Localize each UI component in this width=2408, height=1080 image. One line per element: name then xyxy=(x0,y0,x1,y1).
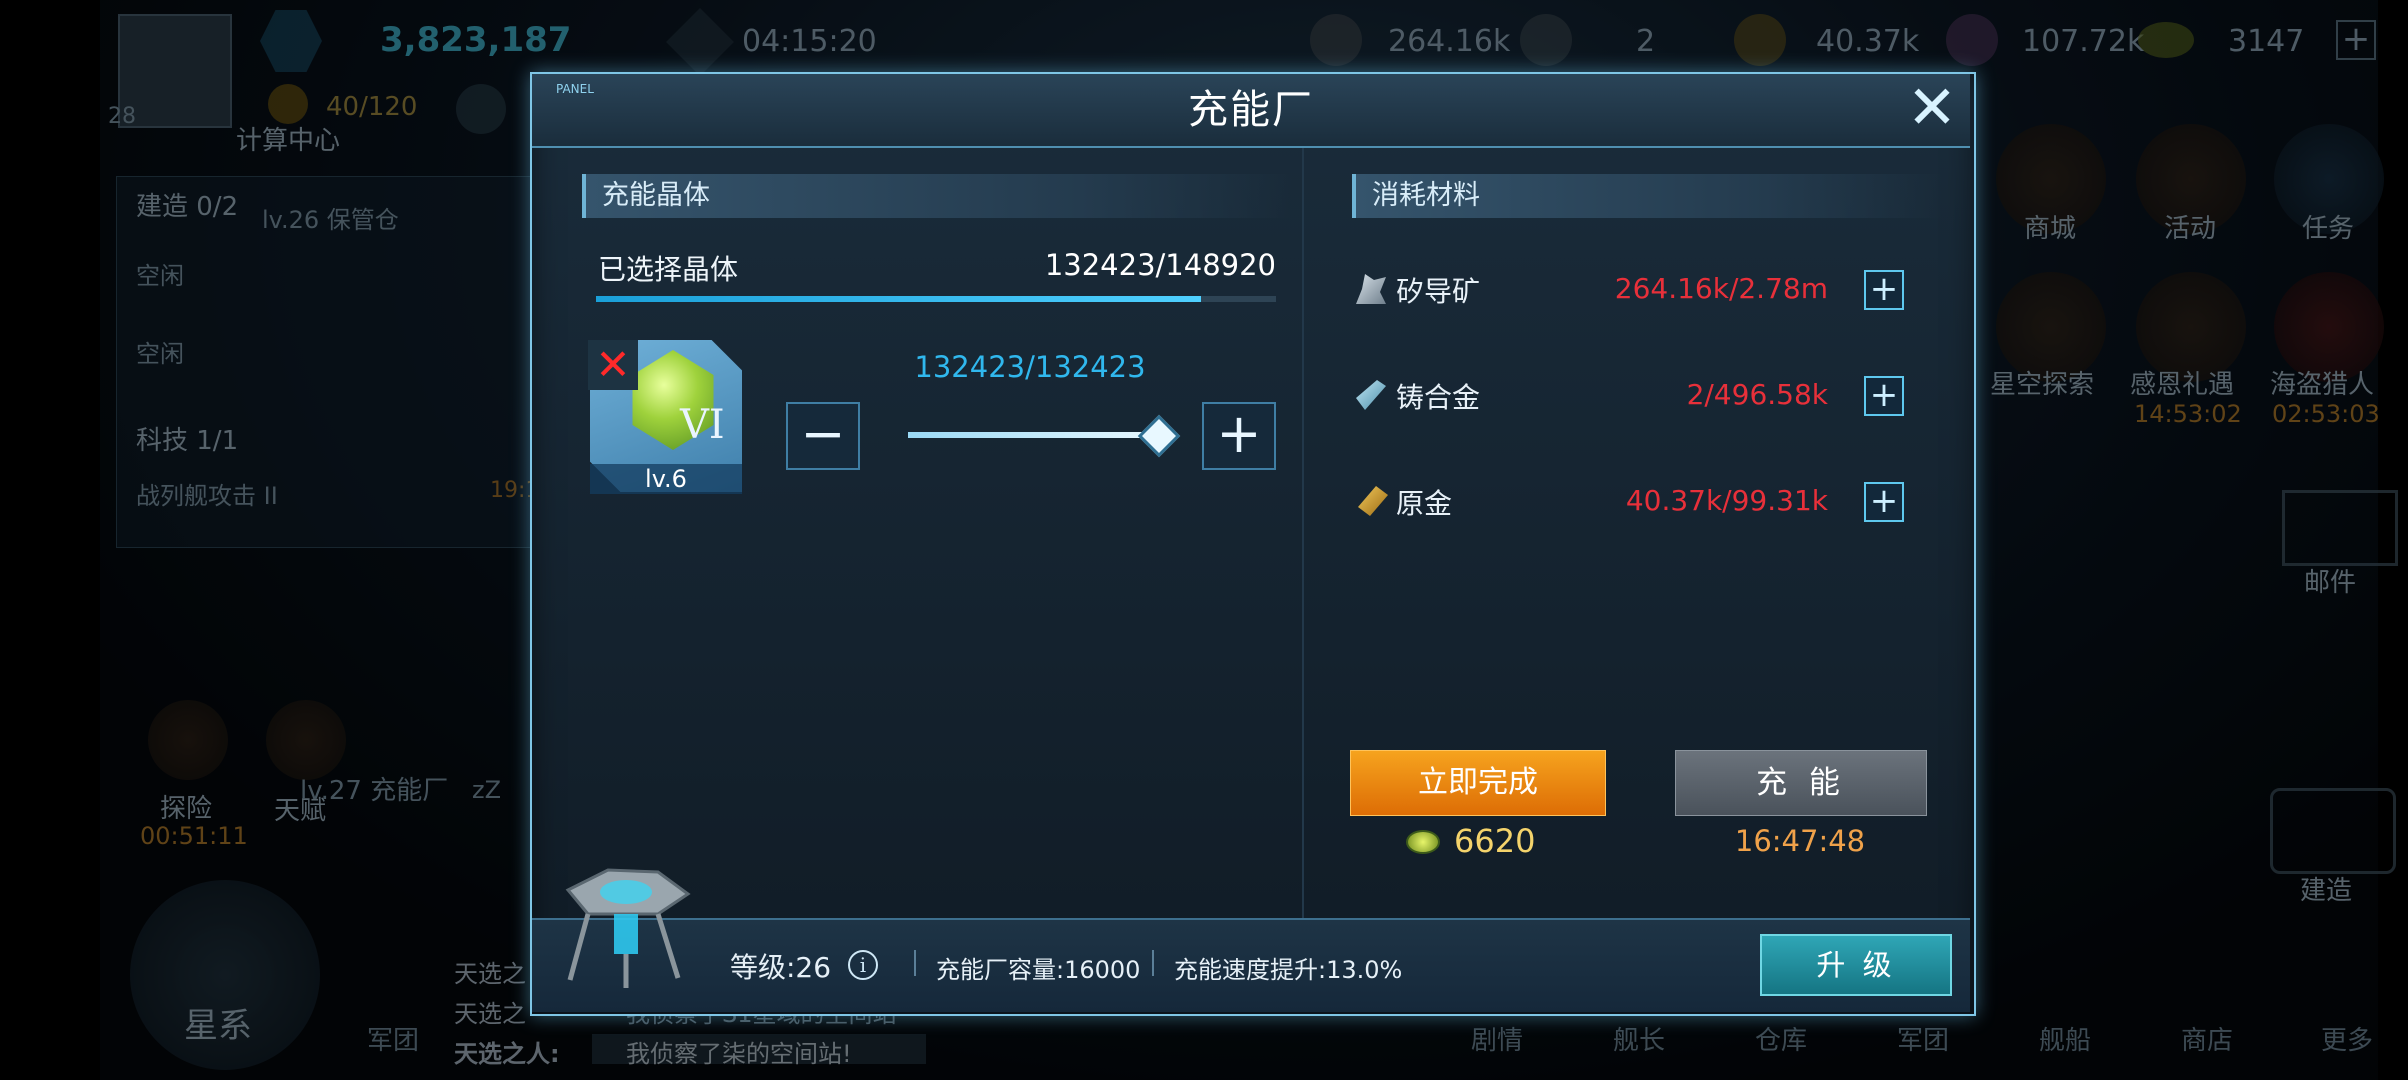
add-alloy-button[interactable]: + xyxy=(1864,376,1904,416)
upgrade-button[interactable]: 升 级 xyxy=(1760,934,1952,996)
selected-progress-track xyxy=(596,296,1276,302)
factory-level: 等级:26 xyxy=(730,951,832,984)
decrease-button[interactable]: − xyxy=(786,402,860,470)
instant-cost: 6620 xyxy=(1454,822,1536,860)
panel-divider xyxy=(1302,148,1304,918)
info-icon[interactable]: i xyxy=(848,950,878,980)
add-ore-button[interactable]: + xyxy=(1864,270,1904,310)
material-name-alloy: 铸合金 xyxy=(1396,381,1481,414)
material-value-alloy: 2/496.58k xyxy=(1686,378,1828,411)
amount-slider[interactable] xyxy=(908,432,1156,438)
material-value-ore: 264.16k/2.78m xyxy=(1614,272,1828,305)
charge-button[interactable]: 充 能 xyxy=(1675,750,1927,816)
remove-crystal-icon[interactable]: ✕ xyxy=(588,340,638,390)
material-name-gold: 原金 xyxy=(1396,487,1453,520)
charge-speed-bonus: 充能速度提升:13.0% xyxy=(1174,956,1403,984)
material-value-gold: 40.37k/99.31k xyxy=(1625,484,1828,517)
charging-station-icon xyxy=(565,868,691,988)
material-name-ore: 矽导矿 xyxy=(1396,275,1481,308)
crystal-level: lv.6 xyxy=(590,464,742,494)
panel-title: 充能厂 xyxy=(1188,87,1314,133)
materials-section-title: 消耗材料 xyxy=(1352,174,1942,218)
footer-separator-1 xyxy=(914,950,916,976)
crystal-section-title: 充能晶体 xyxy=(582,174,1292,218)
crystal-tier: VI xyxy=(680,402,725,448)
instant-complete-button[interactable]: 立即完成 xyxy=(1350,750,1606,816)
increase-button[interactable]: + xyxy=(1202,402,1276,470)
selected-progress-fill xyxy=(596,296,1201,302)
factory-capacity: 充能厂容量:16000 xyxy=(936,956,1141,984)
add-gold-button[interactable]: + xyxy=(1864,482,1904,522)
footer-separator-2 xyxy=(1152,950,1154,976)
coin-icon xyxy=(1406,830,1440,854)
selected-crystal-label: 已选择晶体 xyxy=(598,253,739,286)
charge-time: 16:47:48 xyxy=(1734,824,1866,858)
close-icon[interactable]: ✕ xyxy=(1906,78,1958,138)
selected-crystal-count: 132423/148920 xyxy=(1044,248,1276,282)
slider-value: 132423/132423 xyxy=(914,350,1146,384)
